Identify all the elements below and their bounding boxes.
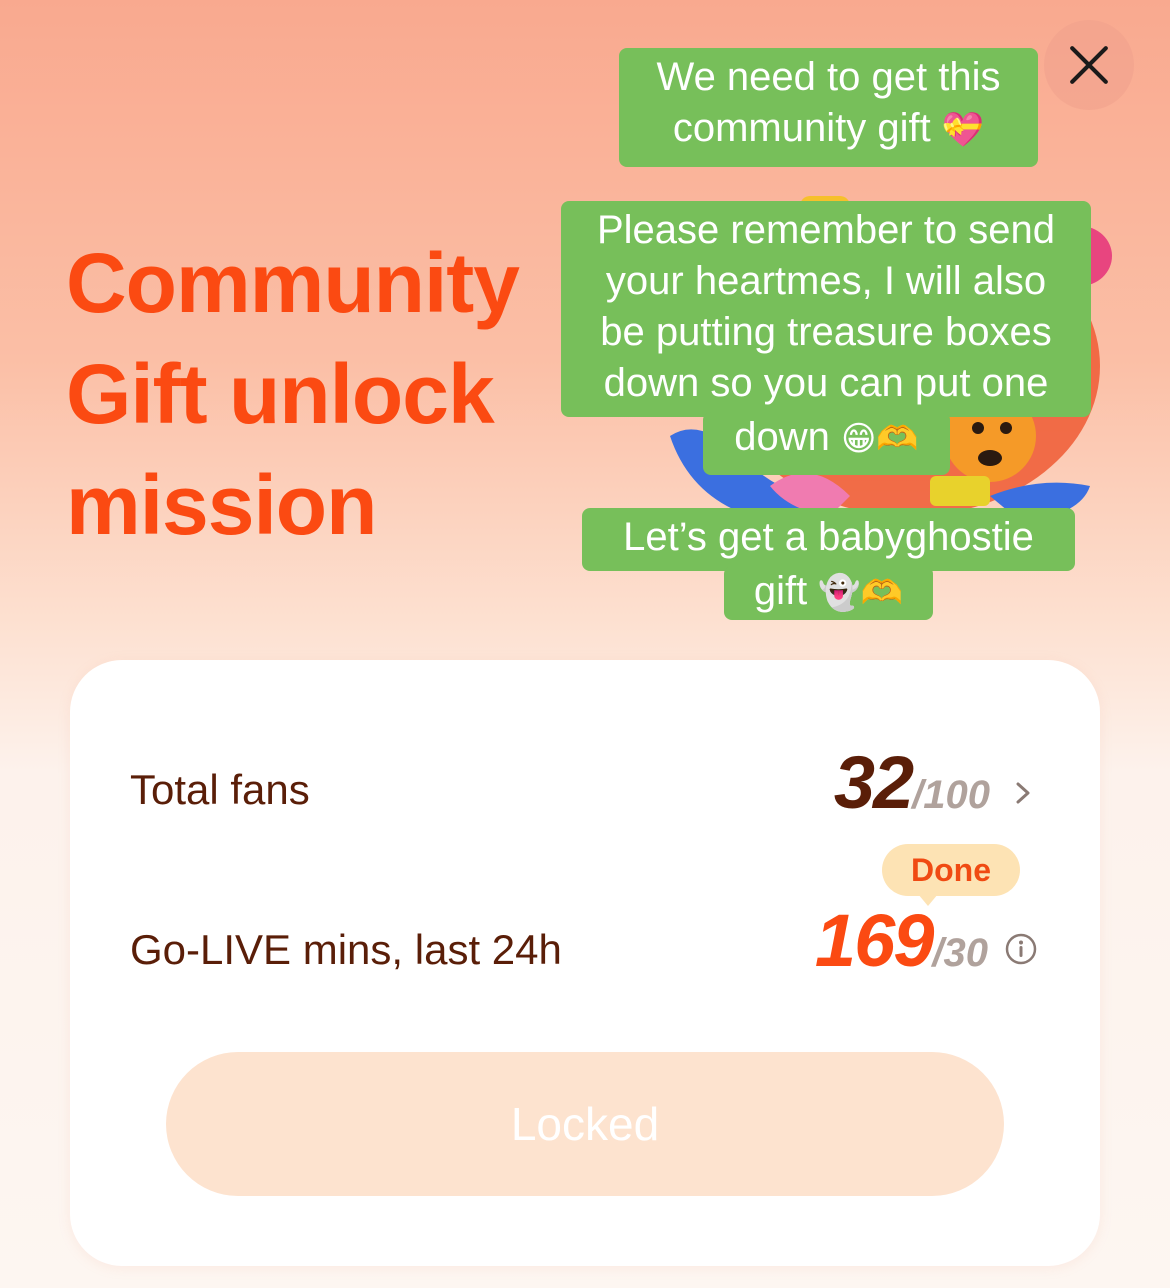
total-fans-progress[interactable]: 32 /100 <box>834 740 1038 825</box>
caption-line-text: community gift <box>672 106 931 150</box>
title-line: mission <box>66 458 377 552</box>
caption-1: We need to get this community gift 💝 <box>619 48 1038 167</box>
total-fans-label: Total fans <box>130 766 310 813</box>
live-mins-target: /30 <box>932 931 988 975</box>
title-line: Community <box>66 236 520 330</box>
caption-3-tail: gift 👻🫶 <box>724 566 933 620</box>
done-badge: Done <box>882 844 1020 906</box>
caption-2-tail: down 😁🫶 <box>703 412 950 475</box>
live-mins-value: 169 <box>814 899 934 982</box>
mission-card: Total fans 32 /100 Done Go-LIVE mins, la… <box>70 660 1100 1266</box>
caption-line-text: down <box>734 415 830 459</box>
caption-line: Let’s get a babyghostie <box>623 515 1034 559</box>
live-mins-label: Go-LIVE mins, last 24h <box>130 926 562 973</box>
caption-line: Please remember to send <box>596 208 1055 252</box>
close-icon <box>1070 46 1108 84</box>
caption-line: We need to get this <box>656 55 1001 99</box>
page-title: Community Gift unlock mission <box>66 228 586 561</box>
total-fans-value: 32 <box>833 741 914 824</box>
caption-line: down so you can put one <box>603 361 1049 405</box>
live-mins-progress: 169 /30 <box>815 898 1038 983</box>
title-line: Gift unlock <box>66 347 495 441</box>
caption-3: Let’s get a babyghostie <box>582 508 1075 571</box>
locked-button[interactable]: Locked <box>166 1052 1004 1196</box>
grin-heart-hands-emoji-icon: 😁🫶 <box>840 419 919 458</box>
caption-2: Please remember to send your heartmes, I… <box>561 201 1091 417</box>
caption-line: your heartmes, I will also <box>605 259 1047 303</box>
caption-line: community gift 💝 <box>633 103 1024 156</box>
total-fans-target: /100 <box>912 773 990 817</box>
info-icon[interactable] <box>1004 932 1038 966</box>
ghost-heart-hands-emoji-icon: 👻🫶 <box>818 573 904 612</box>
caption-line: be putting treasure boxes <box>600 310 1052 354</box>
chevron-right-icon[interactable] <box>1008 778 1038 808</box>
caption-line-text: gift <box>753 569 808 613</box>
close-button[interactable] <box>1044 20 1134 110</box>
heart-gift-emoji-icon: 💝 <box>941 110 985 149</box>
